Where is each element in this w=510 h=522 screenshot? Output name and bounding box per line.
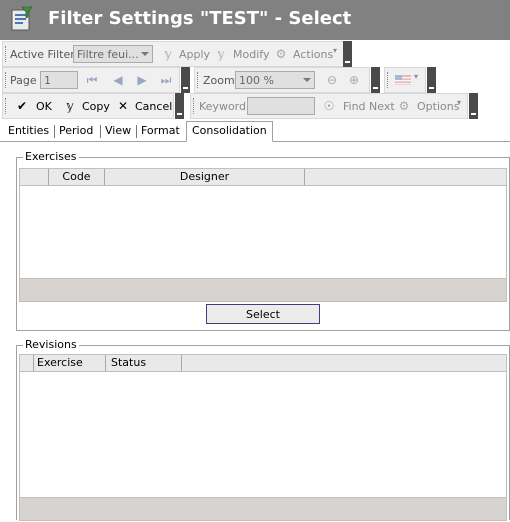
app-filter-icon bbox=[11, 6, 33, 31]
modify-button[interactable]: Modify bbox=[233, 48, 269, 61]
last-page-icon[interactable]: ⏭ bbox=[159, 73, 173, 87]
column-header-exercise[interactable]: Exercise bbox=[34, 355, 106, 371]
tab-period[interactable]: Period bbox=[59, 121, 93, 141]
column-header-designer[interactable]: Designer bbox=[105, 169, 305, 185]
chevron-down-icon bbox=[303, 78, 311, 82]
tab-divider bbox=[136, 125, 137, 138]
dialog-toolbar: ✔ OK 𝕪 Copy ✕ Cancel bbox=[2, 93, 174, 119]
toolbar-grip[interactable] bbox=[197, 72, 200, 88]
zoom-toolbar: Zoom 100 % ⊖ ⊕ bbox=[194, 67, 370, 93]
zoom-out-icon[interactable]: ⊖ bbox=[325, 73, 339, 87]
revisions-grid-footer bbox=[20, 497, 506, 520]
keyword-label: Keyword bbox=[199, 100, 246, 113]
exercises-group: Exercises Code Designer Select bbox=[16, 151, 510, 331]
find-next-button[interactable]: Find Next bbox=[343, 100, 395, 113]
gear-icon: ⚙ bbox=[398, 99, 410, 113]
toolbar-overflow-button[interactable] bbox=[181, 67, 190, 93]
apply-filter-icon: 𝕪 bbox=[164, 47, 172, 61]
page-label: Page bbox=[10, 74, 37, 87]
zoom-combo[interactable]: 100 % bbox=[235, 71, 315, 89]
window-title: Filter Settings "TEST" - Select bbox=[48, 8, 352, 29]
active-filter-value: Filtre feui... bbox=[77, 48, 139, 61]
exercises-legend: Exercises bbox=[23, 150, 79, 163]
toolbar-grip[interactable] bbox=[5, 46, 8, 62]
first-page-icon[interactable]: ⏮ bbox=[85, 73, 99, 87]
gear-icon: ⚙ bbox=[275, 47, 287, 61]
modify-filter-icon: 𝕪 bbox=[217, 47, 225, 61]
revisions-group: Revisions Exercise Status bbox=[16, 339, 510, 521]
row-selector-header bbox=[20, 355, 34, 371]
toolbar-overflow-button[interactable] bbox=[175, 93, 184, 119]
row-selector-header bbox=[20, 169, 49, 185]
zoom-value: 100 % bbox=[239, 74, 274, 87]
keyword-input[interactable] bbox=[247, 97, 315, 115]
toolbar-overflow-button[interactable] bbox=[469, 93, 478, 119]
toolbar-grip[interactable] bbox=[193, 98, 196, 114]
search-toolbar: Keyword ☉ Find Next ⚙ Options ▾ bbox=[190, 93, 468, 119]
revisions-legend: Revisions bbox=[23, 338, 79, 351]
chevron-down-icon bbox=[141, 52, 149, 56]
zoom-label: Zoom bbox=[203, 74, 235, 87]
revisions-grid-header: Exercise Status bbox=[20, 355, 506, 372]
close-icon: ✕ bbox=[117, 99, 129, 113]
language-chevron-icon[interactable]: ▾ bbox=[414, 72, 418, 81]
flag-icon[interactable] bbox=[395, 75, 411, 85]
language-toolbar: ▾ bbox=[384, 67, 426, 93]
binoculars-icon: ☉ bbox=[323, 99, 335, 113]
toolbar-row-filter: Active Filter Filtre feui... 𝕪 Apply 𝕪 M… bbox=[0, 41, 510, 67]
toolbar-overflow-button[interactable] bbox=[427, 67, 436, 93]
zoom-in-icon[interactable]: ⊕ bbox=[347, 73, 361, 87]
toolbar-overflow-button[interactable] bbox=[343, 41, 352, 67]
page-toolbar: Page 1 ⏮ ◀ ▶ ⏭ bbox=[2, 67, 180, 93]
toolbar-grip[interactable] bbox=[5, 98, 8, 114]
active-filter-combo[interactable]: Filtre feui... bbox=[73, 45, 153, 63]
actions-dropdown[interactable]: Actions bbox=[293, 48, 333, 61]
tab-view[interactable]: View bbox=[105, 121, 131, 141]
column-header-code[interactable]: Code bbox=[49, 169, 105, 185]
actions-chevron-icon: ▾ bbox=[333, 46, 338, 55]
apply-button[interactable]: Apply bbox=[179, 48, 210, 61]
tab-divider bbox=[54, 125, 55, 138]
title-bar: Filter Settings "TEST" - Select bbox=[0, 0, 510, 40]
copy-filter-icon: 𝕪 bbox=[66, 99, 74, 113]
revisions-grid[interactable]: Exercise Status bbox=[19, 354, 507, 521]
exercises-grid[interactable]: Code Designer bbox=[19, 168, 507, 302]
tab-divider bbox=[100, 125, 101, 138]
select-button[interactable]: Select bbox=[206, 304, 320, 324]
toolbar-grip[interactable] bbox=[5, 72, 8, 88]
column-header-status[interactable]: Status bbox=[107, 355, 182, 371]
tab-strip: Entities Period View Format Consolidatio… bbox=[0, 121, 510, 142]
toolbar-row-actions: ✔ OK 𝕪 Copy ✕ Cancel Keyword ☉ Find Next… bbox=[0, 93, 510, 119]
ok-button[interactable]: OK bbox=[36, 100, 52, 113]
options-dropdown[interactable]: Options bbox=[417, 100, 459, 113]
checkmark-icon: ✔ bbox=[16, 99, 28, 113]
toolbar-grip[interactable] bbox=[387, 72, 390, 88]
exercises-grid-header: Code Designer bbox=[20, 169, 506, 186]
next-page-icon[interactable]: ▶ bbox=[135, 73, 149, 87]
previous-page-icon[interactable]: ◀ bbox=[111, 73, 125, 87]
copy-button[interactable]: Copy bbox=[82, 100, 110, 113]
tab-format[interactable]: Format bbox=[141, 121, 180, 141]
options-chevron-icon: ▾ bbox=[457, 98, 462, 107]
tab-entities[interactable]: Entities bbox=[8, 121, 49, 141]
page-input[interactable]: 1 bbox=[40, 71, 78, 89]
exercises-grid-footer bbox=[20, 278, 506, 301]
cancel-button[interactable]: Cancel bbox=[135, 100, 172, 113]
filter-toolbar: Active Filter Filtre feui... 𝕪 Apply 𝕪 M… bbox=[2, 41, 344, 67]
tab-consolidation[interactable]: Consolidation bbox=[186, 121, 273, 142]
toolbar-overflow-button[interactable] bbox=[371, 67, 380, 93]
active-filter-label: Active Filter bbox=[10, 48, 75, 61]
toolbar-row-navigation: Page 1 ⏮ ◀ ▶ ⏭ Zoom 100 % ⊖ ⊕ ▾ bbox=[0, 67, 510, 93]
